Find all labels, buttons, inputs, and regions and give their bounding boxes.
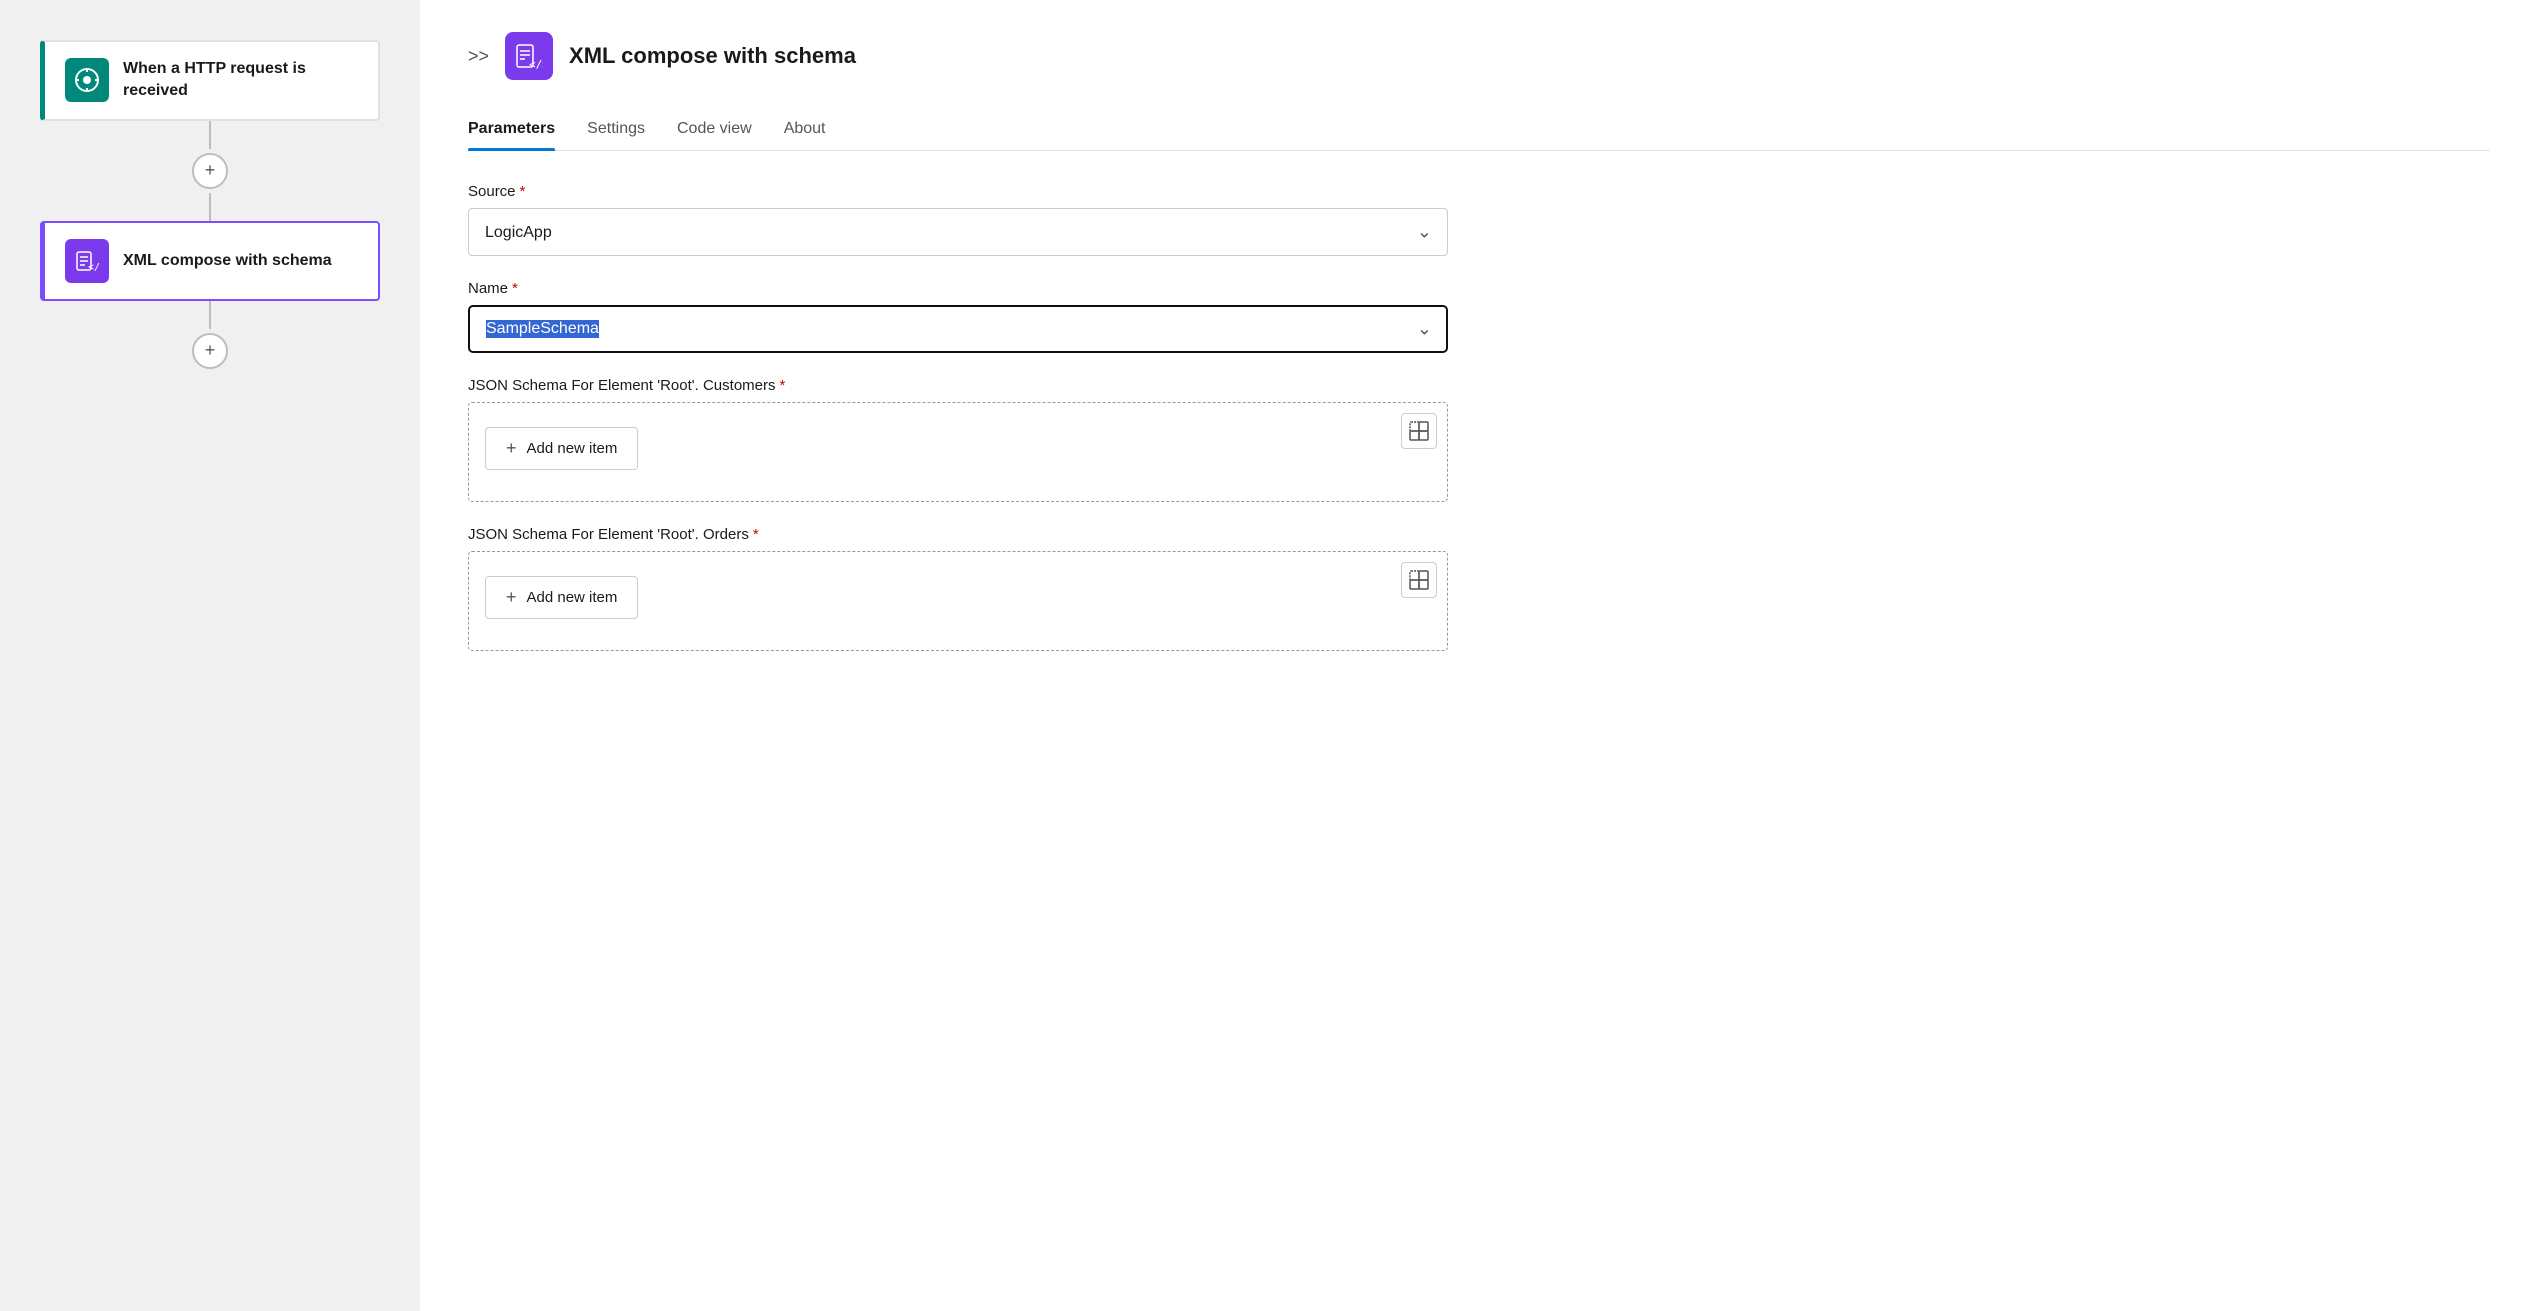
connector-line-1 [209, 121, 211, 149]
orders-add-item-button[interactable]: + Add new item [485, 576, 638, 619]
name-chevron-icon: ⌄ [1417, 319, 1432, 340]
json-schema-orders-label: JSON Schema For Element 'Root'. Orders * [468, 526, 2490, 543]
name-field-group: Name * ⌄ [468, 280, 2490, 353]
trigger-node-label: When a HTTP request is received [123, 58, 358, 103]
customers-add-item-button[interactable]: + Add new item [485, 427, 638, 470]
name-label: Name * [468, 280, 2490, 297]
source-field-group: Source * LogicApp Azure Blob Storage ⌄ [468, 183, 2490, 256]
add-step-button-2[interactable]: + [192, 333, 228, 369]
source-required-star: * [520, 183, 526, 200]
orders-plus-icon: + [506, 587, 517, 608]
tab-parameters[interactable]: Parameters [468, 112, 555, 150]
json-schema-orders-section: JSON Schema For Element 'Root'. Orders *… [468, 526, 2490, 651]
json-schema-orders-container: + Add new item [468, 551, 1448, 651]
add-step-button-1[interactable]: + [192, 153, 228, 189]
tab-settings[interactable]: Settings [587, 112, 645, 150]
name-required-star: * [512, 280, 518, 297]
source-select-wrapper: LogicApp Azure Blob Storage ⌄ [468, 208, 1448, 256]
tab-about[interactable]: About [784, 112, 826, 150]
source-select[interactable]: LogicApp Azure Blob Storage [468, 208, 1448, 256]
xml-action-icon: </> [65, 239, 109, 283]
orders-required-star: * [753, 526, 759, 543]
panel-header: >> </> XML compose with schema [468, 32, 2490, 80]
customers-plus-icon: + [506, 438, 517, 459]
details-panel: >> </> XML compose with schema Parameter… [420, 0, 2538, 1311]
source-label: Source * [468, 183, 2490, 200]
json-schema-customers-section: JSON Schema For Element 'Root'. Customer… [468, 377, 2490, 502]
name-input-wrapper: ⌄ [468, 305, 1448, 353]
workflow-canvas: When a HTTP request is received + </> XM… [0, 0, 420, 1311]
connector-1: + [192, 121, 228, 221]
tab-code-view[interactable]: Code view [677, 112, 752, 150]
trigger-node[interactable]: When a HTTP request is received [40, 40, 380, 121]
http-trigger-icon [65, 58, 109, 102]
customers-required-star: * [780, 377, 786, 394]
xml-compose-icon: </> [505, 32, 553, 80]
breadcrumb-arrow: >> [468, 46, 489, 67]
action-node-label: XML compose with schema [123, 250, 332, 272]
action-node[interactable]: </> XML compose with schema [40, 221, 380, 301]
orders-toolbar-icon[interactable] [1401, 562, 1437, 598]
json-schema-customers-container: + Add new item [468, 402, 1448, 502]
json-schema-customers-label: JSON Schema For Element 'Root'. Customer… [468, 377, 2490, 394]
svg-text:</>: </> [529, 58, 543, 70]
connector-2: + [192, 301, 228, 373]
svg-text:</>: </> [88, 262, 100, 273]
tabs-bar: Parameters Settings Code view About [468, 112, 2490, 151]
name-input[interactable] [468, 305, 1448, 353]
connector-line-3 [209, 301, 211, 329]
connector-line-2 [209, 193, 211, 221]
customers-toolbar-icon[interactable] [1401, 413, 1437, 449]
panel-title: XML compose with schema [569, 43, 856, 69]
